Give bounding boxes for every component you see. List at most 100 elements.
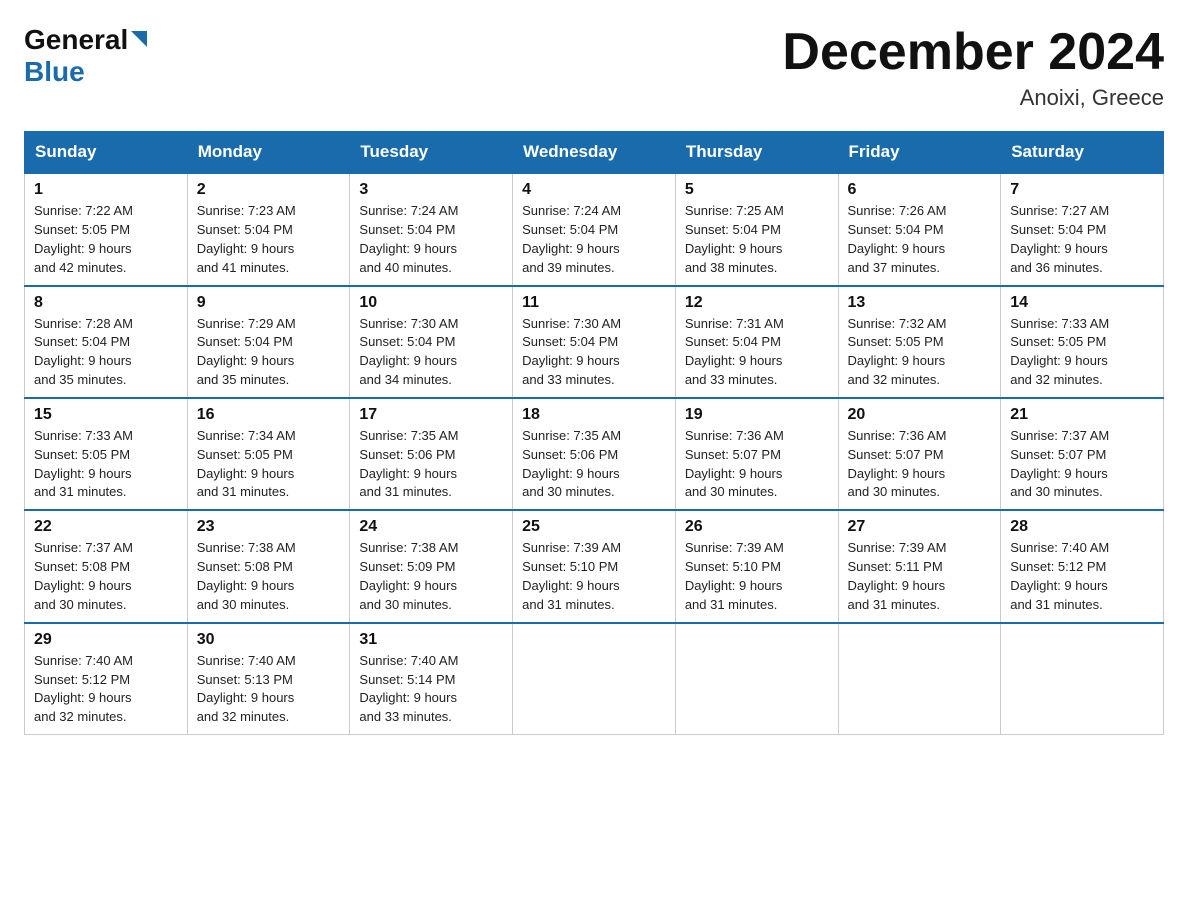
day-number: 20 <box>848 406 992 424</box>
day-number: 22 <box>34 518 178 536</box>
week-row-4: 22 Sunrise: 7:37 AMSunset: 5:08 PMDaylig… <box>25 510 1164 622</box>
week-row-1: 1 Sunrise: 7:22 AMSunset: 5:05 PMDayligh… <box>25 173 1164 285</box>
day-number: 31 <box>359 631 503 649</box>
calendar-cell: 24 Sunrise: 7:38 AMSunset: 5:09 PMDaylig… <box>350 510 513 622</box>
day-number: 1 <box>34 181 178 199</box>
calendar-cell <box>1001 623 1164 735</box>
logo: General Blue <box>24 24 147 88</box>
calendar-cell: 20 Sunrise: 7:36 AMSunset: 5:07 PMDaylig… <box>838 398 1001 510</box>
calendar-cell: 31 Sunrise: 7:40 AMSunset: 5:14 PMDaylig… <box>350 623 513 735</box>
day-info: Sunrise: 7:40 AMSunset: 5:12 PMDaylight:… <box>1010 540 1109 612</box>
calendar-cell: 10 Sunrise: 7:30 AMSunset: 5:04 PMDaylig… <box>350 286 513 398</box>
calendar-cell: 5 Sunrise: 7:25 AMSunset: 5:04 PMDayligh… <box>675 173 838 285</box>
day-info: Sunrise: 7:23 AMSunset: 5:04 PMDaylight:… <box>197 203 296 275</box>
day-number: 13 <box>848 294 992 312</box>
calendar-cell: 7 Sunrise: 7:27 AMSunset: 5:04 PMDayligh… <box>1001 173 1164 285</box>
day-number: 6 <box>848 181 992 199</box>
logo-blue-text: Blue <box>24 56 85 87</box>
day-info: Sunrise: 7:32 AMSunset: 5:05 PMDaylight:… <box>848 316 947 388</box>
day-info: Sunrise: 7:40 AMSunset: 5:13 PMDaylight:… <box>197 653 296 725</box>
day-info: Sunrise: 7:38 AMSunset: 5:09 PMDaylight:… <box>359 540 458 612</box>
day-number: 16 <box>197 406 341 424</box>
col-sunday: Sunday <box>25 132 188 174</box>
day-info: Sunrise: 7:26 AMSunset: 5:04 PMDaylight:… <box>848 203 947 275</box>
day-info: Sunrise: 7:34 AMSunset: 5:05 PMDaylight:… <box>197 428 296 500</box>
day-number: 14 <box>1010 294 1154 312</box>
calendar-cell: 9 Sunrise: 7:29 AMSunset: 5:04 PMDayligh… <box>187 286 350 398</box>
calendar-cell: 29 Sunrise: 7:40 AMSunset: 5:12 PMDaylig… <box>25 623 188 735</box>
day-number: 17 <box>359 406 503 424</box>
calendar-cell: 1 Sunrise: 7:22 AMSunset: 5:05 PMDayligh… <box>25 173 188 285</box>
day-number: 19 <box>685 406 829 424</box>
month-title: December 2024 <box>782 24 1164 81</box>
day-number: 30 <box>197 631 341 649</box>
calendar-cell: 19 Sunrise: 7:36 AMSunset: 5:07 PMDaylig… <box>675 398 838 510</box>
calendar-cell: 3 Sunrise: 7:24 AMSunset: 5:04 PMDayligh… <box>350 173 513 285</box>
day-number: 7 <box>1010 181 1154 199</box>
day-info: Sunrise: 7:39 AMSunset: 5:10 PMDaylight:… <box>522 540 621 612</box>
day-number: 3 <box>359 181 503 199</box>
day-info: Sunrise: 7:40 AMSunset: 5:14 PMDaylight:… <box>359 653 458 725</box>
calendar-header-row: Sunday Monday Tuesday Wednesday Thursday… <box>25 132 1164 174</box>
calendar-cell: 12 Sunrise: 7:31 AMSunset: 5:04 PMDaylig… <box>675 286 838 398</box>
day-info: Sunrise: 7:31 AMSunset: 5:04 PMDaylight:… <box>685 316 784 388</box>
calendar-cell: 13 Sunrise: 7:32 AMSunset: 5:05 PMDaylig… <box>838 286 1001 398</box>
calendar-cell: 4 Sunrise: 7:24 AMSunset: 5:04 PMDayligh… <box>513 173 676 285</box>
page-header: General Blue December 2024 Anoixi, Greec… <box>24 24 1164 111</box>
col-tuesday: Tuesday <box>350 132 513 174</box>
day-number: 15 <box>34 406 178 424</box>
logo-general-text: General <box>24 24 128 56</box>
day-number: 23 <box>197 518 341 536</box>
day-info: Sunrise: 7:40 AMSunset: 5:12 PMDaylight:… <box>34 653 133 725</box>
day-number: 10 <box>359 294 503 312</box>
col-friday: Friday <box>838 132 1001 174</box>
day-info: Sunrise: 7:33 AMSunset: 5:05 PMDaylight:… <box>34 428 133 500</box>
calendar-cell: 8 Sunrise: 7:28 AMSunset: 5:04 PMDayligh… <box>25 286 188 398</box>
day-info: Sunrise: 7:37 AMSunset: 5:08 PMDaylight:… <box>34 540 133 612</box>
calendar-cell <box>513 623 676 735</box>
day-info: Sunrise: 7:37 AMSunset: 5:07 PMDaylight:… <box>1010 428 1109 500</box>
week-row-5: 29 Sunrise: 7:40 AMSunset: 5:12 PMDaylig… <box>25 623 1164 735</box>
calendar-cell: 17 Sunrise: 7:35 AMSunset: 5:06 PMDaylig… <box>350 398 513 510</box>
calendar-cell: 15 Sunrise: 7:33 AMSunset: 5:05 PMDaylig… <box>25 398 188 510</box>
day-number: 29 <box>34 631 178 649</box>
location: Anoixi, Greece <box>782 85 1164 111</box>
day-info: Sunrise: 7:36 AMSunset: 5:07 PMDaylight:… <box>685 428 784 500</box>
day-info: Sunrise: 7:27 AMSunset: 5:04 PMDaylight:… <box>1010 203 1109 275</box>
day-number: 24 <box>359 518 503 536</box>
day-number: 11 <box>522 294 666 312</box>
day-info: Sunrise: 7:28 AMSunset: 5:04 PMDaylight:… <box>34 316 133 388</box>
day-info: Sunrise: 7:29 AMSunset: 5:04 PMDaylight:… <box>197 316 296 388</box>
calendar-cell: 18 Sunrise: 7:35 AMSunset: 5:06 PMDaylig… <box>513 398 676 510</box>
day-info: Sunrise: 7:35 AMSunset: 5:06 PMDaylight:… <box>359 428 458 500</box>
calendar-cell: 6 Sunrise: 7:26 AMSunset: 5:04 PMDayligh… <box>838 173 1001 285</box>
day-info: Sunrise: 7:24 AMSunset: 5:04 PMDaylight:… <box>359 203 458 275</box>
day-info: Sunrise: 7:25 AMSunset: 5:04 PMDaylight:… <box>685 203 784 275</box>
day-number: 18 <box>522 406 666 424</box>
week-row-2: 8 Sunrise: 7:28 AMSunset: 5:04 PMDayligh… <box>25 286 1164 398</box>
calendar-cell: 22 Sunrise: 7:37 AMSunset: 5:08 PMDaylig… <box>25 510 188 622</box>
day-info: Sunrise: 7:30 AMSunset: 5:04 PMDaylight:… <box>359 316 458 388</box>
calendar-cell <box>675 623 838 735</box>
title-section: December 2024 Anoixi, Greece <box>782 24 1164 111</box>
day-number: 8 <box>34 294 178 312</box>
day-number: 2 <box>197 181 341 199</box>
calendar-cell: 23 Sunrise: 7:38 AMSunset: 5:08 PMDaylig… <box>187 510 350 622</box>
week-row-3: 15 Sunrise: 7:33 AMSunset: 5:05 PMDaylig… <box>25 398 1164 510</box>
day-info: Sunrise: 7:38 AMSunset: 5:08 PMDaylight:… <box>197 540 296 612</box>
day-number: 12 <box>685 294 829 312</box>
logo-triangle-icon <box>131 31 147 52</box>
col-saturday: Saturday <box>1001 132 1164 174</box>
calendar-cell: 21 Sunrise: 7:37 AMSunset: 5:07 PMDaylig… <box>1001 398 1164 510</box>
col-monday: Monday <box>187 132 350 174</box>
day-info: Sunrise: 7:39 AMSunset: 5:10 PMDaylight:… <box>685 540 784 612</box>
day-info: Sunrise: 7:24 AMSunset: 5:04 PMDaylight:… <box>522 203 621 275</box>
day-number: 4 <box>522 181 666 199</box>
day-number: 28 <box>1010 518 1154 536</box>
day-info: Sunrise: 7:22 AMSunset: 5:05 PMDaylight:… <box>34 203 133 275</box>
col-wednesday: Wednesday <box>513 132 676 174</box>
calendar-cell: 2 Sunrise: 7:23 AMSunset: 5:04 PMDayligh… <box>187 173 350 285</box>
day-info: Sunrise: 7:30 AMSunset: 5:04 PMDaylight:… <box>522 316 621 388</box>
day-number: 27 <box>848 518 992 536</box>
day-info: Sunrise: 7:39 AMSunset: 5:11 PMDaylight:… <box>848 540 947 612</box>
